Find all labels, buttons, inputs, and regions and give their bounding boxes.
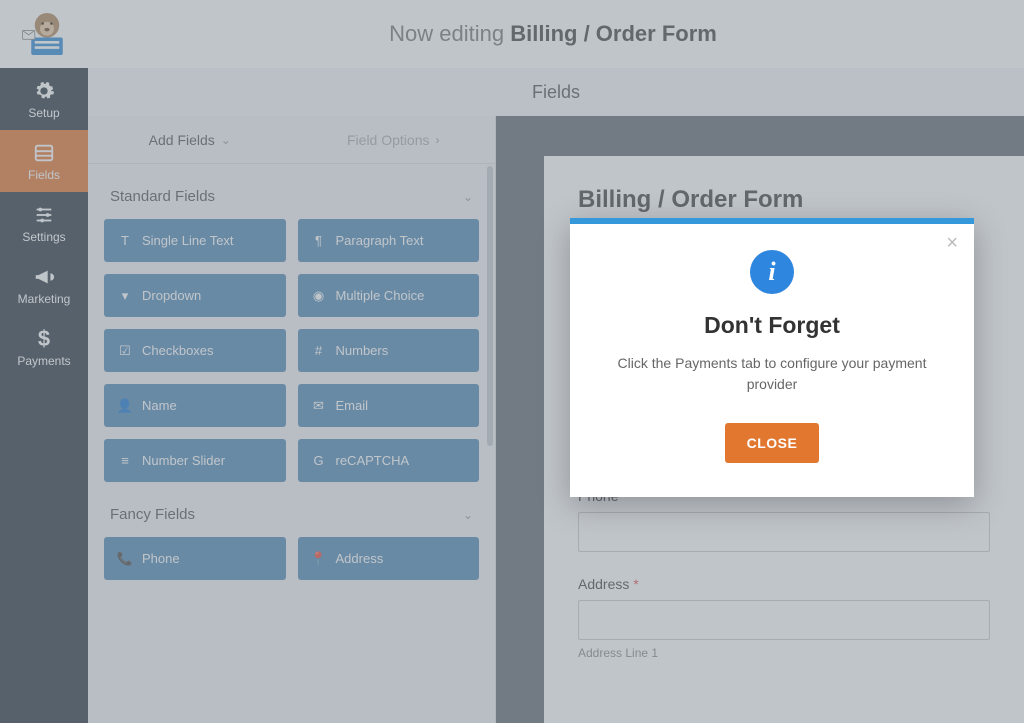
modal-title: Don't Forget: [600, 312, 944, 339]
info-icon: i: [750, 250, 794, 294]
close-button[interactable]: CLOSE: [725, 423, 820, 463]
reminder-modal: × i Don't Forget Click the Payments tab …: [570, 218, 974, 497]
close-icon[interactable]: ×: [946, 232, 958, 255]
modal-text: Click the Payments tab to configure your…: [600, 353, 944, 395]
